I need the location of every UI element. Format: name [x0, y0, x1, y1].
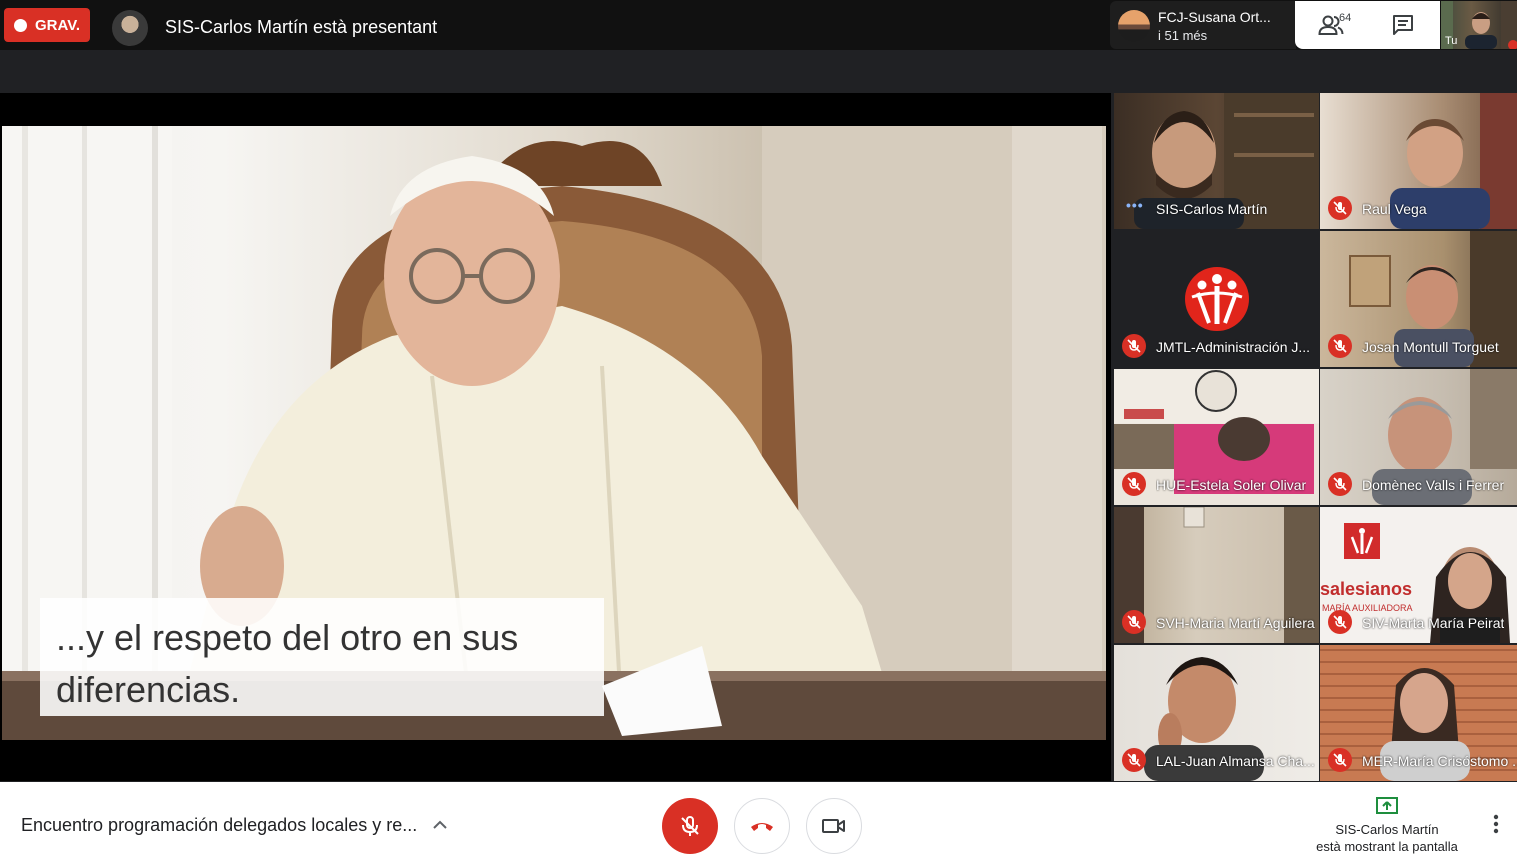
more-options-button[interactable]: [1484, 812, 1508, 836]
participant-tile[interactable]: salesianos MARÍA AUXILIADORA SIV-Marta M…: [1320, 507, 1517, 643]
participant-name: SIV-Marta María Peirat: [1362, 615, 1505, 631]
caption-line-1: ...y el respeto del otro en sus: [56, 617, 519, 658]
participant-tile[interactable]: SVH-Maria Martí Aguilera: [1114, 507, 1319, 643]
participant-tile[interactable]: Raul Vega: [1320, 93, 1517, 229]
mic-off-icon: [1328, 472, 1352, 496]
chat-button[interactable]: [1367, 1, 1439, 49]
participants-button[interactable]: 64: [1295, 1, 1367, 49]
participant-tile[interactable]: MER-María Crisóstomo ...: [1320, 645, 1517, 781]
share-line-2: està mostrant la pantalla: [1316, 839, 1458, 854]
presentation-stage: ...y el respeto del otro en sus diferenc…: [0, 93, 1111, 781]
meeting-title[interactable]: Encuentro programación delegados locales…: [21, 815, 417, 836]
camera-toggle-button[interactable]: [806, 798, 862, 854]
participant-name: HUE-Estela Soler Olivar: [1156, 477, 1307, 493]
mic-off-icon: [1328, 334, 1352, 358]
mic-off-icon: [1122, 748, 1146, 772]
participant-tile[interactable]: LAL-Juan Almansa Cha...: [1114, 645, 1319, 781]
participant-name: Raul Vega: [1362, 201, 1427, 217]
participant-tile[interactable]: Domènec Valls i Ferrer: [1320, 369, 1517, 505]
meet-window: GRAV. SIS-Carlos Martín està presentant …: [0, 0, 1517, 864]
participant-name: MER-María Crisóstomo ...: [1362, 753, 1517, 769]
recording-badge: GRAV.: [4, 8, 90, 42]
participant-name: Josan Montull Torguet: [1362, 339, 1499, 355]
mic-off-icon: [1328, 610, 1352, 634]
caption-line-2: diferencias.: [56, 669, 241, 710]
leave-call-button[interactable]: [734, 798, 790, 854]
participant-name: SIS-Carlos Martín: [1156, 201, 1268, 217]
participant-name: JMTL-Administración J...: [1156, 339, 1311, 355]
recording-label: GRAV.: [35, 16, 81, 34]
chat-icon: [1393, 15, 1413, 35]
shared-video: ...y el respeto del otro en sus diferenc…: [2, 126, 1106, 740]
participant-name: SVH-Maria Martí Aguilera: [1156, 615, 1315, 631]
mic-off-icon: [1328, 748, 1352, 772]
participant-tile[interactable]: Josan Montull Torguet: [1320, 231, 1517, 367]
chevron-up-icon[interactable]: [432, 818, 448, 836]
record-dot-icon: [14, 18, 27, 32]
mic-off-icon: [1122, 334, 1146, 358]
microphone-toggle-button[interactable]: [662, 798, 718, 854]
join-notification[interactable]: FCJ-Susana Ort... i 51 més: [1110, 1, 1296, 49]
participant-grid: ••• SIS-Carlos Martín Raul Vega JMTL-Adm…: [1114, 93, 1517, 781]
participant-tile[interactable]: ••• SIS-Carlos Martín: [1114, 93, 1319, 229]
video-caption: ...y el respeto del otro en sus diferenc…: [40, 598, 604, 716]
speaking-indicator-icon: •••: [1126, 197, 1144, 213]
bottom-bar: Encuentro programación delegados locales…: [0, 782, 1517, 864]
participant-name: LAL-Juan Almansa Cha...: [1156, 753, 1315, 769]
presenter-avatar: [112, 10, 148, 46]
top-bar: GRAV. SIS-Carlos Martín està presentant …: [0, 0, 1517, 50]
presenting-status: SIS-Carlos Martín està presentant: [165, 17, 438, 37]
participant-tile[interactable]: JMTL-Administración J...: [1114, 231, 1319, 367]
presentation-status[interactable]: SIS-Carlos Martín està mostrant la panta…: [1300, 796, 1474, 855]
mic-off-icon: [681, 816, 699, 836]
present-screen-icon: [1376, 797, 1398, 814]
salesianos-text: salesianos: [1320, 579, 1413, 599]
notification-avatar: [1118, 10, 1150, 42]
mic-off-icon: [1122, 472, 1146, 496]
self-label: Tu: [1445, 35, 1458, 47]
top-buttons: 64: [1295, 1, 1440, 49]
mic-off-icon: [1122, 610, 1146, 634]
participant-name: Domènec Valls i Ferrer: [1362, 477, 1505, 493]
notification-name: FCJ-Susana Ort...: [1158, 9, 1271, 25]
hang-up-icon: [751, 823, 773, 831]
mic-off-icon: [1328, 196, 1352, 220]
more-vert-icon: [1493, 814, 1499, 834]
share-line-1: SIS-Carlos Martín: [1335, 822, 1439, 837]
self-view[interactable]: Tu: [1441, 1, 1517, 49]
notification-sub: i 51 més: [1158, 28, 1208, 43]
camera-icon: [822, 819, 845, 833]
participant-tile[interactable]: HUE-Estela Soler Olivar: [1114, 369, 1319, 505]
participant-count: 64: [1339, 12, 1352, 24]
